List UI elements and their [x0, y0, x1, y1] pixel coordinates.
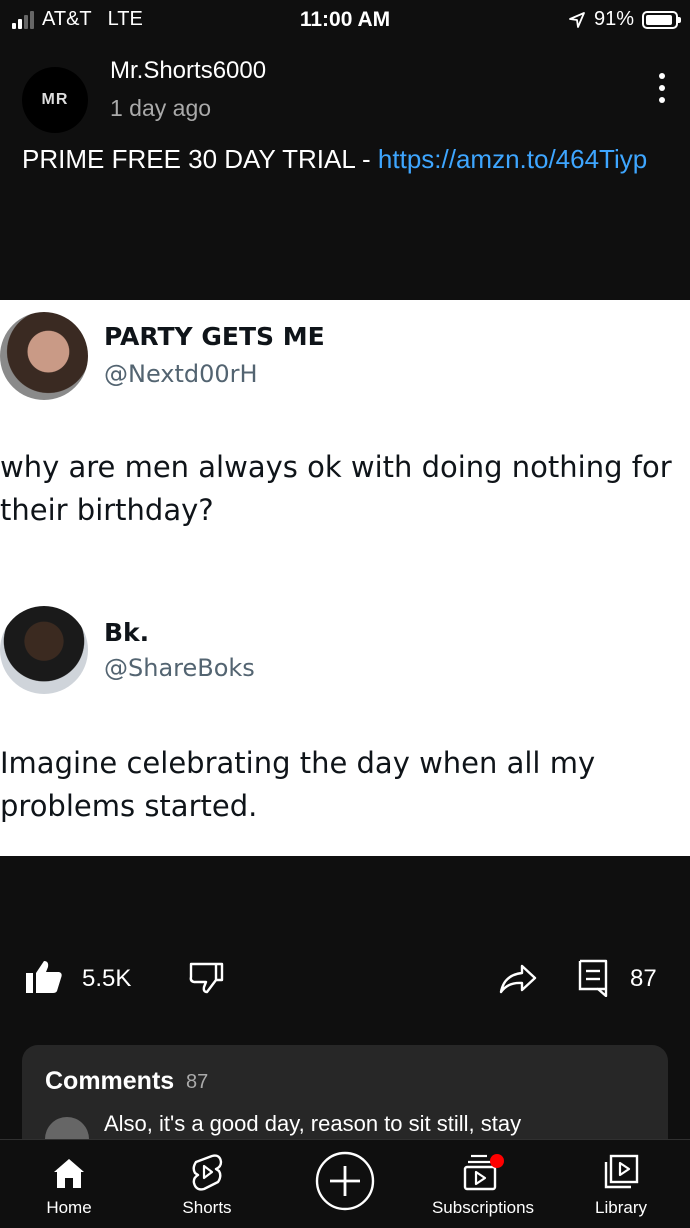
share-icon[interactable] — [498, 963, 538, 995]
nav-subscriptions-label: Subscriptions — [431, 1198, 535, 1217]
dislike-icon[interactable] — [188, 961, 224, 995]
status-right: 91% — [568, 8, 681, 31]
reply-body: Imagine celebrating the day when all my … — [0, 746, 596, 823]
comments-count: 87 — [186, 1071, 209, 1093]
nav-shorts-label: Shorts — [182, 1198, 232, 1217]
nav-library-label: Library — [595, 1198, 647, 1217]
subscriptions-icon — [463, 1154, 504, 1191]
tweet-body: why are men always ok with doing nothing… — [0, 450, 672, 527]
tweet-author-name: PARTY GETS ME — [104, 322, 325, 351]
bottom-nav: Home Shorts Subscriptions Library — [0, 1139, 690, 1228]
comments-title: Comments — [45, 1067, 175, 1095]
home-icon — [54, 1159, 84, 1188]
channel-avatar[interactable]: MR — [22, 67, 88, 133]
post-image[interactable]: PARTY GETS ME @Nextd00rH why are men alw… — [0, 300, 690, 856]
tweet-avatar — [0, 312, 88, 400]
create-icon — [315, 1151, 375, 1211]
nav-create[interactable] — [276, 1140, 414, 1228]
location-icon — [569, 11, 585, 28]
shorts-icon — [192, 1154, 223, 1191]
reply-author-handle: @ShareBoks — [104, 654, 255, 682]
status-bar: AT&T LTE 11:00 AM 91% — [0, 0, 690, 40]
nav-library[interactable]: Library — [552, 1140, 690, 1228]
reply-author-name: Bk. — [104, 618, 150, 647]
comment-count: 87 — [630, 965, 657, 992]
post-age: 1 day ago — [110, 95, 212, 121]
tweet-author-handle: @Nextd00rH — [104, 360, 258, 388]
post-link[interactable]: https://amzn.to/464Tiyp — [378, 144, 647, 174]
post-text: PRIME FREE 30 DAY TRIAL - https://amzn.t… — [22, 140, 662, 178]
nav-home[interactable]: Home — [0, 1140, 138, 1228]
more-options-icon[interactable] — [656, 73, 668, 103]
library-icon — [604, 1154, 639, 1189]
reply-avatar — [0, 606, 88, 694]
comments-icon[interactable] — [578, 959, 608, 997]
battery-icon — [642, 10, 681, 29]
comment-preview: Also, it's a good day, reason to sit sti… — [104, 1111, 522, 1136]
post-header: MR Mr.Shorts6000 1 day ago — [0, 55, 690, 135]
like-icon[interactable] — [24, 959, 64, 995]
battery-percent: 91% — [593, 8, 634, 30]
post-text-prefix: PRIME FREE 30 DAY TRIAL - — [22, 144, 378, 174]
nav-shorts[interactable]: Shorts — [138, 1140, 276, 1228]
action-bar: 5.5K 87 — [0, 955, 690, 1005]
nav-home-label: Home — [46, 1198, 92, 1217]
like-count: 5.5K — [82, 965, 132, 992]
nav-subscriptions[interactable]: Subscriptions — [414, 1140, 552, 1228]
channel-name[interactable]: Mr.Shorts6000 — [110, 57, 266, 85]
